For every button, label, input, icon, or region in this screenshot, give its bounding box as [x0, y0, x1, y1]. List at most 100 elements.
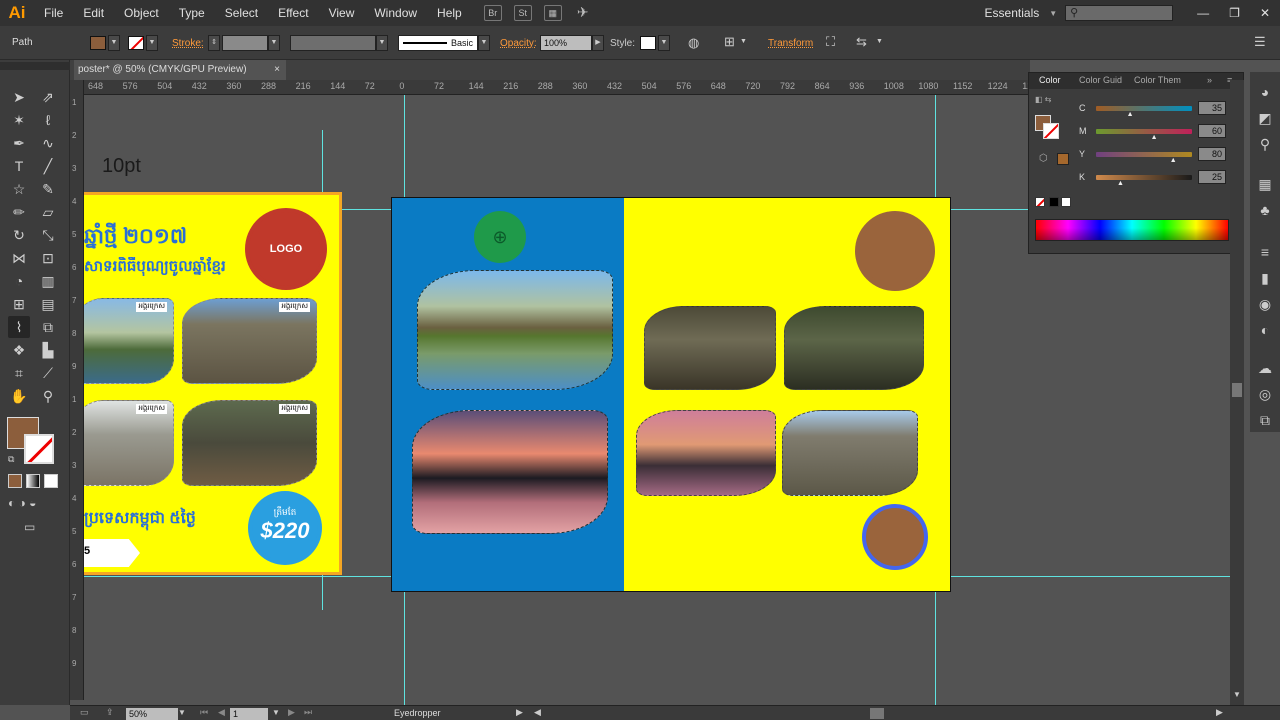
mesh-tool-icon[interactable]: ⊞ [8, 293, 30, 315]
slider-track[interactable] [1096, 175, 1192, 180]
artboard-field[interactable]: 1 [230, 708, 268, 720]
libraries-icon[interactable]: ◩ [1255, 108, 1275, 128]
document-tab[interactable]: poster* @ 50% (CMYK/GPU Preview) × [74, 60, 286, 80]
photo-angkor-sunset[interactable] [412, 410, 608, 534]
stroke-label[interactable]: Stroke: [172, 38, 204, 49]
paintbrush-tool-icon[interactable]: ✎ [37, 178, 59, 200]
stroke-weight-input[interactable] [222, 35, 268, 51]
stroke-color-box[interactable] [24, 434, 54, 464]
photo-pink-sunset[interactable] [636, 410, 776, 496]
scroll-left-arrow[interactable]: ◀ [534, 707, 541, 718]
ruler-vertical[interactable]: 1 2 3 4 5 6 7 8 9 1 2 3 4 5 6 7 8 9 [70, 80, 84, 700]
search-field[interactable]: ⚲ [1065, 5, 1174, 21]
photo-tree-roots[interactable] [784, 306, 924, 390]
arrange-documents-icon[interactable]: ▦ [543, 5, 562, 21]
variable-width-profile[interactable] [290, 35, 376, 51]
selected-circle[interactable]: ⊕ [474, 211, 526, 263]
menu-type[interactable]: Type [169, 0, 215, 26]
black-swatch[interactable] [1049, 197, 1059, 207]
tab-color-guide[interactable]: Color Guid [1079, 75, 1122, 85]
default-colors-icon[interactable]: ⧉ [8, 454, 14, 465]
stroke-swatch[interactable] [128, 36, 144, 50]
zoom-field[interactable]: 50% [126, 708, 178, 720]
workspace-chevron-icon[interactable]: ▼ [1049, 9, 1057, 18]
selection-tool-icon[interactable]: ➤ [8, 86, 30, 108]
arrange-dropdown[interactable]: ▼ [876, 38, 883, 45]
isolate-icon[interactable]: ⛶ [826, 34, 835, 50]
arrange-icon[interactable]: ⇆ [856, 34, 867, 50]
stroke-dropdown[interactable]: ▼ [146, 35, 158, 51]
scroll-right-arrow[interactable]: ▶ [1216, 707, 1223, 718]
share-icon[interactable]: ⇪ [106, 707, 114, 718]
slider-thumb[interactable]: ▲ [1127, 111, 1134, 118]
status-icon[interactable]: ▭ [80, 707, 89, 718]
minimize-button[interactable]: — [1187, 0, 1219, 26]
horizontal-scroll-thumb[interactable] [870, 708, 884, 719]
photo-bayon-face[interactable]: អង្គរក្រេស [182, 298, 317, 384]
swatches-icon[interactable]: ▦ [1255, 174, 1275, 194]
zoom-tool-icon[interactable]: ⚲ [37, 385, 59, 407]
line-tool-icon[interactable]: ╱ [37, 155, 59, 177]
previous-artboard-button[interactable]: ◀ [218, 707, 225, 718]
shape-builder-tool-icon[interactable]: ◔ [8, 270, 30, 292]
slice-tool-icon[interactable]: ⟋ [37, 362, 59, 384]
blend-tool-icon[interactable]: ⧉ [37, 316, 59, 338]
slider-track[interactable] [1096, 152, 1192, 157]
close-window-button[interactable]: ✕ [1250, 0, 1280, 26]
photo-temple-ruins[interactable]: អង្គរក្រេស [84, 400, 174, 486]
perspective-grid-tool-icon[interactable]: ▥ [37, 270, 59, 292]
pen-tool-icon[interactable]: ✒ [8, 132, 30, 154]
screen-mode-icon[interactable]: ▭ [24, 520, 35, 534]
color-palette-icon[interactable]: ◕ [1255, 82, 1275, 102]
artboard-dropdown[interactable]: ▼ [272, 708, 280, 717]
rotate-tool-icon[interactable]: ↻ [8, 224, 30, 246]
menu-edit[interactable]: Edit [73, 0, 114, 26]
ruler-horizontal[interactable]: 648 576 504 432 360 288 216 144 72 0 72 144 216 288 36… [84, 80, 1030, 95]
slider-thumb[interactable]: ▲ [1117, 180, 1124, 187]
opacity-label[interactable]: Opacity: [500, 38, 537, 49]
slider-value[interactable]: 25 [1198, 170, 1226, 184]
photo-angkor-reflection[interactable] [417, 270, 613, 390]
opacity-input[interactable]: 100% [540, 35, 592, 51]
workspace-switcher[interactable]: Essentials [975, 0, 1050, 26]
gradient-tool-icon[interactable]: ▤ [37, 293, 59, 315]
width-tool-icon[interactable]: ⋈ [8, 247, 30, 269]
panel-menu-icon[interactable]: ☰ [1254, 34, 1266, 50]
vertical-scrollbar[interactable]: ▼ [1230, 80, 1244, 705]
graphic-style-swatch[interactable] [640, 36, 656, 50]
none-mode-icon[interactable] [44, 474, 58, 488]
variable-width-dropdown[interactable]: ▼ [376, 35, 388, 51]
stroke-weight-stepper[interactable]: ⇕ [208, 35, 220, 51]
stock-icon[interactable]: St [513, 5, 532, 21]
curvature-tool-icon[interactable]: ∿ [37, 132, 59, 154]
none-swatch[interactable] [1035, 197, 1045, 207]
opacity-arrow[interactable]: ▶ [592, 35, 604, 51]
eyedropper-tool-icon[interactable]: ⌇ [8, 316, 30, 338]
align-dropdown[interactable]: ▼ [740, 38, 747, 45]
restore-button[interactable]: ❐ [1219, 0, 1250, 26]
menu-object[interactable]: Object [114, 0, 169, 26]
transparency-icon[interactable]: ◉ [1255, 294, 1275, 314]
layers-icon[interactable]: ◎ [1255, 384, 1275, 404]
last-artboard-button[interactable]: ⏭ [304, 707, 312, 718]
brushes-icon[interactable]: ♣ [1255, 200, 1275, 220]
photo-temple-door[interactable] [644, 306, 776, 390]
white-swatch[interactable] [1061, 197, 1071, 207]
bridge-icon[interactable]: Br [483, 5, 502, 21]
gradient-mode-icon[interactable] [26, 474, 40, 488]
appearance-icon[interactable]: ◐ [1255, 320, 1275, 340]
graphic-style-dropdown[interactable]: ▼ [658, 35, 670, 51]
magic-wand-tool-icon[interactable]: ✶ [8, 109, 30, 131]
tag-shape[interactable]: 5 [84, 539, 140, 567]
pencil-tool-icon[interactable]: ✏ [8, 201, 30, 223]
slider-track[interactable] [1096, 106, 1192, 111]
transform-link[interactable]: Transform [768, 38, 813, 49]
color-guide-icon[interactable]: ⚲ [1255, 134, 1275, 154]
photo-angkor-wat[interactable]: អង្គរក្រេស [84, 298, 174, 384]
align-icon[interactable]: ⊞ [724, 34, 735, 50]
menu-window[interactable]: Window [364, 0, 427, 26]
menu-effect[interactable]: Effect [268, 0, 318, 26]
hand-tool-icon[interactable]: ✋ [8, 385, 30, 407]
draw-mode-icon[interactable]: ◐ ◑ ◒ [8, 496, 36, 510]
in-gamut-swatch[interactable] [1057, 153, 1069, 165]
